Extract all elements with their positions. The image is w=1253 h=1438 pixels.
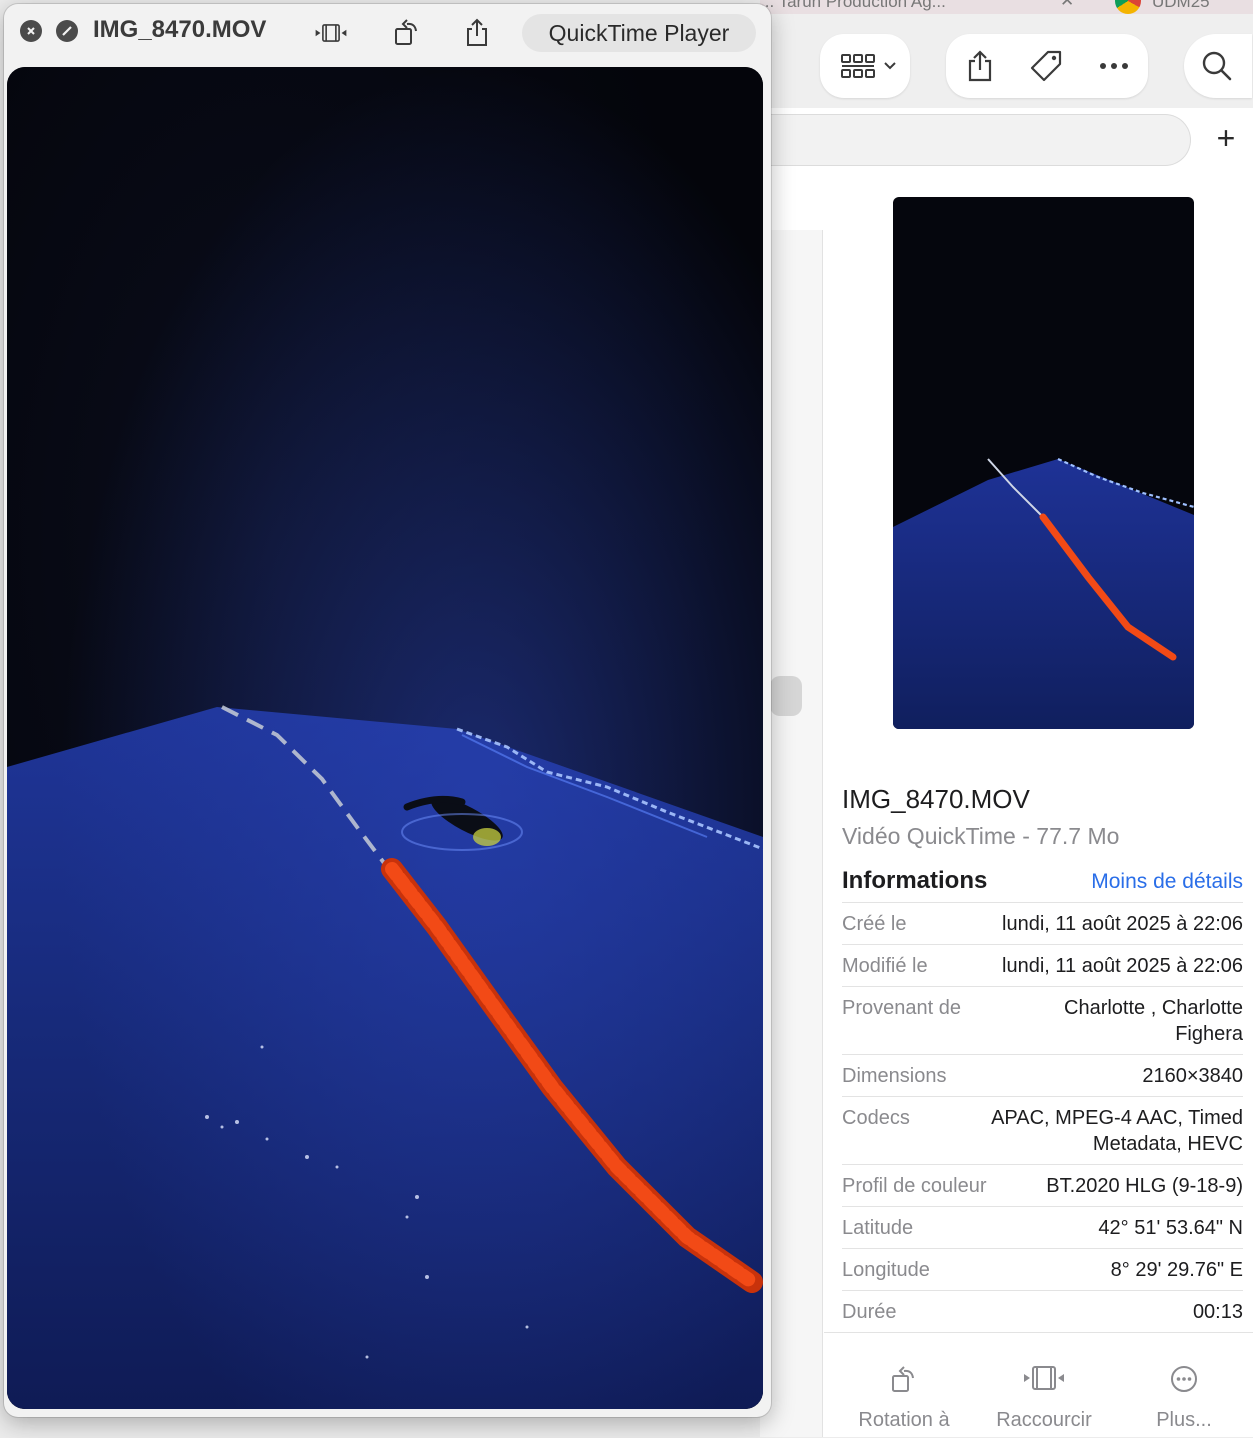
info-value: lundi, 11 août 2025 à 22:06 [1002,955,1243,977]
trim-icon[interactable] [314,16,348,50]
more-icon[interactable] [1094,46,1134,86]
scrollbar-thumb[interactable] [770,676,802,716]
rotate-left-button[interactable]: Rotation à [834,1333,974,1438]
chevron-down-icon [880,56,900,76]
preview-file-kind: Vidéo QuickTime - 77.7 Mo [842,823,1120,849]
info-label: Profil de couleur [842,1175,987,1197]
rotate-left-label: Rotation à [858,1409,950,1431]
info-row-duration: Durée 00:13 [842,1290,1243,1332]
info-value: lundi, 11 août 2025 à 22:06 [1002,913,1243,935]
info-label: Modifié le [842,955,928,977]
tag-icon[interactable] [1026,46,1066,86]
quicktime-window: IMG_8470.MOV QuickTime Player [4,4,771,1417]
less-details-link[interactable]: Moins de détails [1091,870,1243,894]
add-button[interactable]: + [1204,116,1248,160]
search-icon [1198,47,1236,85]
quicktime-title-bar[interactable]: IMG_8470.MOV QuickTime Player [4,4,771,64]
info-label: Provenant de [842,997,961,1019]
plus-icon: + [1216,120,1236,156]
info-value: 2160×3840 [1142,1065,1243,1087]
info-row-latitude: Latitude 42° 51' 53.64" N [842,1206,1243,1248]
preview-panel: IMG_8470.MOV Vidéo QuickTime - 77.7 Mo I… [824,180,1253,1437]
info-section-title: Informations [842,867,988,894]
info-table: Créé le lundi, 11 août 2025 à 22:06 Modi… [842,902,1243,1332]
info-row-color-profile: Profil de couleur BT.2020 HLG (9-18-9) [842,1164,1243,1206]
quick-actions-bar: Rotation à Raccourcir Plus... [824,1332,1253,1438]
info-label: Codecs [842,1107,910,1129]
search-button[interactable] [1184,34,1252,98]
background-tab-label-right[interactable]: UDM25 [1152,0,1210,12]
grid-view-icon [838,50,878,84]
rotate-left-icon [890,1365,918,1400]
info-label: Dimensions [842,1065,947,1087]
info-row-codecs: Codecs APAC, MPEG-4 AAC, Timed Metadata,… [842,1096,1243,1164]
more-actions-button[interactable]: Plus... [1114,1333,1253,1438]
finder-toolbar: ... Tarun Production Ag... ✕ UDM25 [760,0,1253,108]
info-row-created: Créé le lundi, 11 août 2025 à 22:06 [842,902,1243,944]
info-row-longitude: Longitude 8° 29' 29.76" E [842,1248,1243,1290]
action-group [946,34,1148,98]
trim-icon [1021,1365,1067,1396]
video-thumbnail[interactable] [893,197,1194,729]
tab-close-icon[interactable]: ✕ [1060,0,1074,11]
info-row-dimensions: Dimensions 2160×3840 [842,1054,1243,1096]
chrome-icon [1115,0,1141,14]
info-row-modified: Modifié le lundi, 11 août 2025 à 22:06 [842,944,1243,986]
info-value: 8° 29' 29.76" E [1110,1259,1243,1281]
info-value: Charlotte , Charlotte Fighera [1064,997,1243,1045]
browser-tab-strip: ... Tarun Production Ag... ✕ UDM25 [760,0,1253,14]
info-value: 42° 51' 53.64" N [1098,1217,1243,1239]
quicktime-file-name: IMG_8470.MOV [93,16,267,43]
finder-window: ... Tarun Production Ag... ✕ UDM25 + IMG… [760,0,1253,1437]
preview-file-name: IMG_8470.MOV [842,784,1030,814]
background-tab-label[interactable]: ... Tarun Production Ag... [760,0,946,12]
info-value: APAC, MPEG-4 AAC, Timed Metadata, HEVC [991,1107,1243,1155]
video-frame[interactable] [7,67,763,1409]
info-label: Latitude [842,1217,914,1239]
info-label: Durée [842,1301,897,1323]
trim-button[interactable]: Raccourcir [974,1333,1114,1438]
more-circle-icon [1170,1365,1198,1398]
app-name-badge: QuickTime Player [522,14,756,52]
info-value: BT.2020 HLG (9-18-9) [1046,1175,1243,1197]
close-icon[interactable] [20,20,42,42]
minimize-icon[interactable] [56,20,78,42]
info-label: Créé le [842,913,907,935]
rotate-icon[interactable] [390,16,424,50]
trim-label: Raccourcir [996,1409,1092,1431]
info-value: 00:13 [1192,1301,1243,1323]
share-icon[interactable] [460,16,494,50]
info-row-origin: Provenant de Charlotte , Charlotte Fighe… [842,986,1243,1054]
more-actions-label: Plus... [1156,1409,1212,1431]
info-label: Longitude [842,1259,930,1281]
view-mode-button[interactable] [820,34,910,98]
share-icon[interactable] [960,46,1000,86]
path-bar[interactable] [760,114,1191,166]
